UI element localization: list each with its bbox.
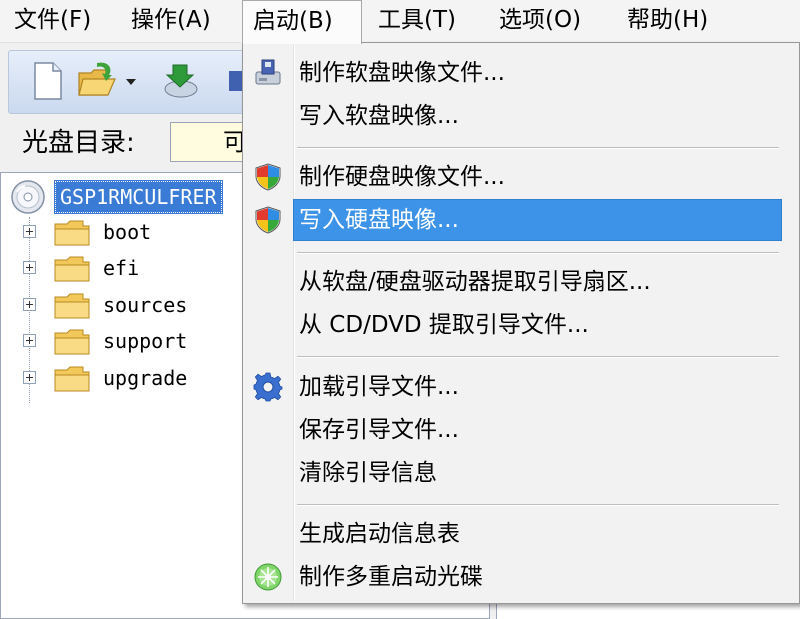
menu-item-label: 加载引导文件... <box>299 374 459 400</box>
tree-folder-label: efi <box>103 256 140 280</box>
tree-folder-label: support <box>103 329 188 353</box>
expand-plus-icon[interactable] <box>23 298 36 311</box>
menu-item-label: 从 CD/DVD 提取引导文件... <box>299 312 589 338</box>
menu-item-generate-boot-info-table[interactable]: 生成启动信息表 <box>247 513 782 555</box>
new-file-icon[interactable] <box>25 59 69 103</box>
menu-item-write-floppy-image[interactable]: 写入软盘映像... <box>247 95 782 137</box>
tree-folder-label: boot <box>103 220 152 244</box>
menu-item-extract-boot-file-cd[interactable]: 从 CD/DVD 提取引导文件... <box>247 304 782 346</box>
extract-icon[interactable] <box>159 59 203 103</box>
menu-tools[interactable]: 工具(T) <box>378 0 456 42</box>
menu-separator <box>297 147 779 149</box>
menu-separator <box>297 356 779 358</box>
uac-shield-icon <box>253 162 283 192</box>
menu-separator <box>297 504 779 506</box>
menu-item-label: 制作硬盘映像文件... <box>299 164 505 190</box>
multi-boot-disc-icon <box>253 562 283 592</box>
menu-item-label: 生成启动信息表 <box>299 521 460 547</box>
menu-action[interactable]: 操作(A) <box>131 0 211 42</box>
menu-separator <box>297 252 779 254</box>
open-folder-icon[interactable] <box>75 59 119 103</box>
menu-item-label: 写入硬盘映像... <box>299 207 459 233</box>
uac-shield-icon <box>253 205 283 235</box>
floppy-image-icon <box>253 58 283 88</box>
dropdown-arrow-icon[interactable] <box>121 59 141 103</box>
disc-directory-label: 光盘目录: <box>22 128 135 158</box>
menu-item-make-floppy-image[interactable]: 制作软盘映像文件... <box>247 52 782 94</box>
menu-item-save-boot-file[interactable]: 保存引导文件... <box>247 409 782 451</box>
menu-item-label: 制作多重启动光碟 <box>299 564 483 590</box>
menu-item-load-boot-file[interactable]: 加载引导文件... <box>247 366 782 408</box>
menu-item-clear-boot-info[interactable]: 清除引导信息 <box>247 452 782 494</box>
menu-item-label: 制作软盘映像文件... <box>299 60 505 86</box>
menu-item-label: 从软盘/硬盘驱动器提取引导扇区... <box>299 269 651 295</box>
menu-item-label: 写入软盘映像... <box>299 103 459 129</box>
menu-item-label: 保存引导文件... <box>299 417 459 443</box>
menu-item-make-hdd-image[interactable]: 制作硬盘映像文件... <box>247 156 782 198</box>
folder-icon <box>53 218 91 252</box>
expand-plus-icon[interactable] <box>23 225 36 238</box>
expand-plus-icon[interactable] <box>23 334 36 347</box>
folder-icon <box>53 254 91 288</box>
menu-item-extract-boot-sector[interactable]: 从软盘/硬盘驱动器提取引导扇区... <box>247 261 782 303</box>
menu-item-make-multiboot-disc[interactable]: 制作多重启动光碟 <box>247 556 782 598</box>
expand-plus-icon[interactable] <box>23 371 36 384</box>
expand-plus-icon[interactable] <box>23 261 36 274</box>
menu-item-label: 清除引导信息 <box>299 460 437 486</box>
cd-disc-icon <box>9 178 47 220</box>
tree-folder-label: sources <box>103 293 188 317</box>
menu-item-write-hdd-image[interactable]: 写入硬盘映像... <box>247 199 782 241</box>
tree-root-label[interactable]: GSP1RMCULFRER <box>54 180 223 214</box>
folder-icon <box>53 327 91 361</box>
tree-folder-label: upgrade <box>103 366 188 390</box>
menu-bar: 文件(F) 操作(A) 启动(B) 工具(T) 选项(O) 帮助(H) <box>0 0 800 44</box>
menu-help[interactable]: 帮助(H) <box>627 0 708 42</box>
boot-menu-dropdown: 制作软盘映像文件... 写入软盘映像... 制作硬盘映像文件... 写入硬盘映像… <box>242 42 800 604</box>
menu-file[interactable]: 文件(F) <box>14 0 91 42</box>
folder-icon <box>53 291 91 325</box>
menu-options[interactable]: 选项(O) <box>499 0 581 42</box>
menu-boot[interactable]: 启动(B) <box>242 0 362 44</box>
folder-icon <box>53 364 91 398</box>
gear-icon <box>253 372 283 402</box>
